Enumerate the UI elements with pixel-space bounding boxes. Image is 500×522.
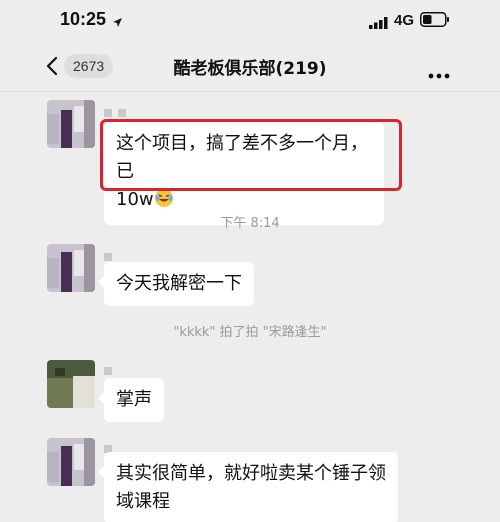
avatar[interactable] [47, 360, 95, 408]
message-text: 今天我解密一下 [116, 273, 242, 294]
chat-title: 酷老板俱乐部(219) [173, 59, 327, 79]
pat-notice: "kkkk" 拍了拍 "宋路逢生" [173, 325, 327, 340]
sender-name-blurred [104, 438, 144, 453]
status-bar: 10:25 4G [0, 0, 500, 40]
chat-nav-bar: 2673 酷老板俱乐部(219) [0, 40, 500, 92]
sender-name-blurred [104, 246, 144, 261]
avatar[interactable] [47, 438, 95, 486]
message-text: 其实很简单，就好啦卖某个锤子领 [116, 463, 386, 484]
battery-icon [420, 12, 450, 31]
more-options-icon[interactable] [428, 64, 450, 83]
red-highlight-box [100, 119, 402, 191]
network-label: 4G [394, 12, 415, 29]
location-arrow-icon [112, 13, 123, 32]
message-text: 掌声 [116, 389, 152, 410]
avatar[interactable] [47, 100, 95, 148]
message-bubble[interactable]: 掌声 [98, 378, 164, 422]
time-separator: 下午 8:14 [220, 216, 280, 231]
message-bubble[interactable]: 其实很简单，就好啦卖某个锤子领 域课程 [98, 452, 398, 522]
sender-name-blurred [104, 102, 144, 117]
sender-name-blurred [104, 360, 144, 375]
status-time: 10:25 [60, 9, 107, 29]
signal-icon [369, 14, 389, 33]
message-bubble[interactable]: 今天我解密一下 [98, 262, 254, 306]
avatar[interactable] [47, 244, 95, 292]
message-text-line2: 域课程 [116, 491, 170, 512]
